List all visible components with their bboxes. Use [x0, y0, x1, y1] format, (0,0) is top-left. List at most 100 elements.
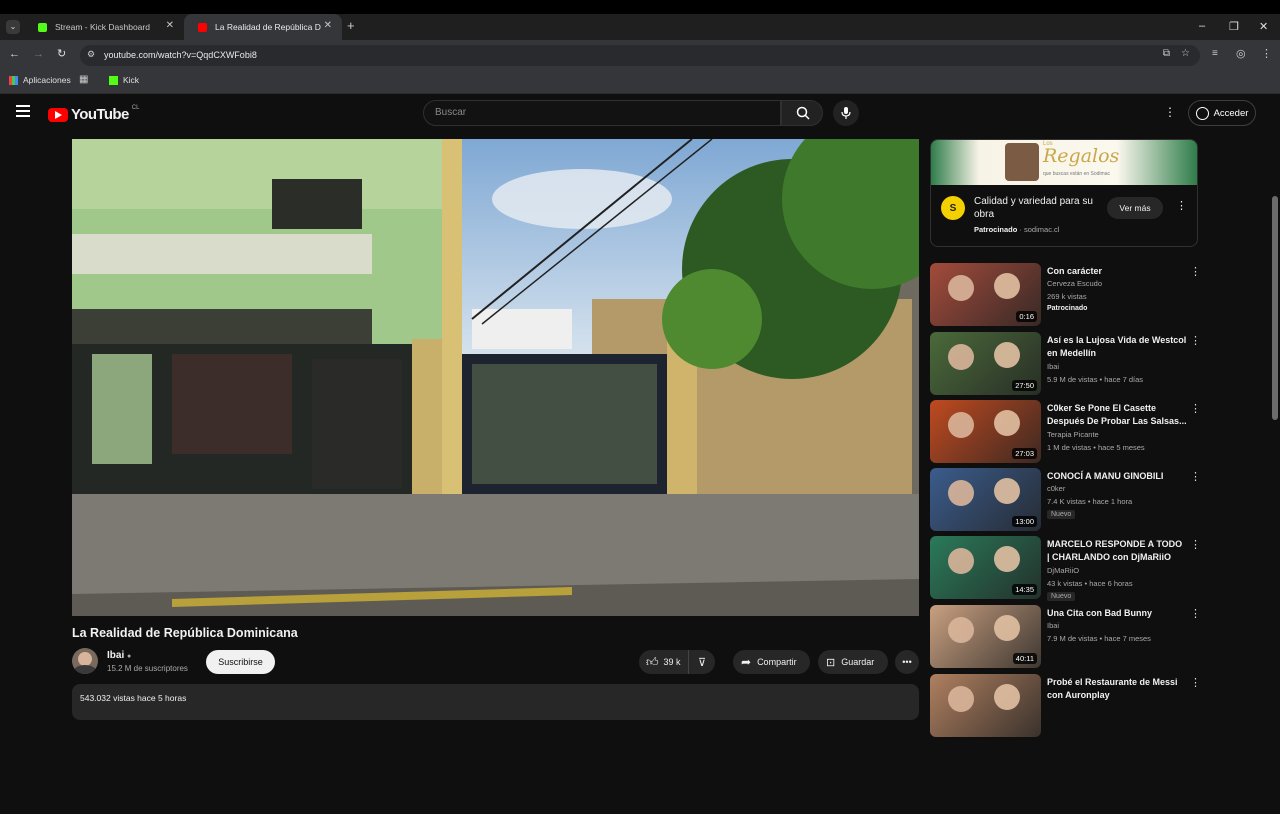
gift-icon	[1005, 143, 1039, 181]
site-info-icon[interactable]: ⚙	[87, 49, 95, 60]
install-icon[interactable]: ⧉	[1163, 48, 1170, 59]
youtube-icon	[198, 22, 207, 32]
recommendation-item[interactable]: 0:16 Con carácter Cerveza Escudo 269 k vist…	[930, 263, 1201, 327]
recommendation-meta: 5.9 M de vistas • hace 7 días	[1047, 375, 1144, 384]
recommendation-channel[interactable]: Ibai	[1047, 621, 1059, 630]
search-placeholder: Buscar	[435, 107, 467, 118]
ad-banner-image: Los Regalos que buscas están en Sodimac	[931, 140, 1197, 185]
share-button[interactable]: ➦ Compartir	[733, 650, 810, 674]
save-label: Guardar	[841, 657, 875, 667]
kebab-menu-icon[interactable]: ⋮	[1190, 538, 1201, 551]
signin-button[interactable]: Acceder	[1188, 100, 1256, 126]
recommendation-channel[interactable]: Ibai	[1047, 362, 1059, 371]
recommendation-title[interactable]: MARCELO RESPONDE A TODO | CHARLANDO con …	[1047, 538, 1187, 564]
recommendation-meta: 43 k vistas • hace 6 horas	[1047, 579, 1133, 588]
browser-tab-strip: ⌄ Stream - Kick Dashboard ✕ La Realidad …	[0, 0, 1280, 40]
bookmark-kick[interactable]: Kick	[109, 75, 139, 85]
like-button[interactable]: 👍︎ 39 k	[639, 650, 689, 674]
kebab-menu-icon[interactable]: ⋮	[1190, 334, 1201, 347]
close-tab-icon[interactable]: ✕	[324, 20, 332, 31]
tab-search-icon[interactable]: ⌄	[6, 20, 20, 34]
reload-icon[interactable]: ↻	[57, 47, 66, 60]
recommendation-item[interactable]: 13:00 CONOCÍ A MANU GINOBILI c0ker 7.4 K vi…	[930, 468, 1201, 532]
recommendation-item[interactable]: 40:11 Una Cita con Bad Bunny Ibai 7.9 M de …	[930, 605, 1201, 669]
recommendation-channel[interactable]: Terapia Picante	[1047, 430, 1099, 439]
recommendation-badge: Patrocinado	[1047, 305, 1088, 312]
settings-kebab-icon[interactable]: ⋮	[1164, 105, 1176, 119]
recommendation-title[interactable]: Probé el Restaurante de Messi con Auronp…	[1047, 676, 1187, 702]
video-thumbnail[interactable]: 27:03	[930, 400, 1041, 463]
scrollbar[interactable]	[1270, 188, 1280, 814]
browser-toolbar: ← → ↻ ⚙ youtube.com/watch?v=QqdCXWFobi8 …	[0, 40, 1280, 70]
video-thumbnail[interactable]: 14:35	[930, 536, 1041, 599]
recommendation-title[interactable]: Una Cita con Bad Bunny	[1047, 607, 1187, 620]
sponsored-ad-card[interactable]: Los Regalos que buscas están en Sodimac …	[930, 139, 1198, 247]
bookmark-star-icon[interactable]: ☆	[1181, 48, 1190, 59]
restore-icon[interactable]: ❐	[1229, 20, 1239, 33]
scrollbar-thumb[interactable]	[1272, 196, 1278, 420]
thumbs-up-icon: 👍︎	[646, 654, 659, 669]
recommendation-badge: Nuevo	[1047, 510, 1076, 519]
media-icon[interactable]: ≡	[1212, 48, 1218, 59]
video-thumbnail[interactable]: 0:16	[930, 263, 1041, 326]
kebab-menu-icon[interactable]: ⋮	[1190, 402, 1201, 415]
video-thumbnail[interactable]: 27:50	[930, 332, 1041, 395]
grid-icon[interactable]: ▦	[79, 74, 88, 85]
tab-label: Stream - Kick Dashboard	[55, 22, 150, 32]
recommendation-title[interactable]: C0ker Se Pone El Casette Después De Prob…	[1047, 402, 1187, 428]
recommendation-item[interactable]: Probé el Restaurante de Messi con Auronp…	[930, 674, 1201, 738]
kebab-menu-icon[interactable]: ⋮	[1190, 676, 1201, 689]
channel-avatar[interactable]	[72, 648, 98, 674]
kick-icon	[38, 22, 47, 32]
ad-banner-title: Regalos	[1043, 145, 1120, 167]
search-input[interactable]: Buscar	[423, 100, 781, 126]
recommendation-item[interactable]: 14:35 MARCELO RESPONDE A TODO | CHARLANDO…	[930, 536, 1201, 601]
tab-youtube-video[interactable]: La Realidad de República D ✕	[184, 14, 342, 40]
video-thumbnail[interactable]: 40:11	[930, 605, 1041, 668]
window-close-icon[interactable]: ✕	[1259, 20, 1268, 33]
recommendation-title[interactable]: Con carácter	[1047, 265, 1187, 278]
voice-search-button[interactable]	[833, 100, 859, 126]
kebab-menu-icon[interactable]: ⋮	[1190, 265, 1201, 278]
bookmark-label: Kick	[123, 75, 140, 85]
video-thumbnail[interactable]: 13:00	[930, 468, 1041, 531]
video-duration: 14:35	[1012, 584, 1037, 595]
recommendation-channel[interactable]: c0ker	[1047, 484, 1065, 493]
recommendation-channel[interactable]: Cerveza Escudo	[1047, 279, 1102, 288]
ad-domain: sodimac.cl	[1024, 225, 1060, 234]
recommendation-channel[interactable]: DjMaRiiO	[1047, 566, 1079, 575]
back-icon[interactable]: ←	[9, 48, 20, 60]
ad-cta-button[interactable]: Ver más	[1107, 197, 1163, 219]
kebab-menu-icon[interactable]: ⋮	[1190, 470, 1201, 483]
video-player[interactable]	[72, 139, 919, 616]
hamburger-menu-icon[interactable]	[16, 105, 30, 117]
forward-icon[interactable]: →	[33, 48, 44, 60]
address-bar[interactable]: ⚙ youtube.com/watch?v=QqdCXWFobi8 ⧉ ☆	[80, 45, 1200, 66]
youtube-logo[interactable]: YouTube CL	[48, 105, 139, 123]
bookmark-apps[interactable]: Aplicaciones	[9, 75, 71, 85]
more-actions-button[interactable]: •••	[895, 650, 919, 674]
recommendation-meta: 1 M de vistas • hace 5 meses	[1047, 443, 1145, 452]
recommendation-meta: 7.9 M de vistas • hace 7 meses	[1047, 634, 1151, 643]
menu-icon[interactable]: ⋮	[1261, 47, 1272, 60]
video-thumbnail[interactable]	[930, 674, 1041, 737]
minimize-icon[interactable]: –	[1199, 20, 1205, 32]
kebab-menu-icon[interactable]: ⋮	[1190, 607, 1201, 620]
new-tab-icon[interactable]: +	[347, 18, 355, 33]
recommendation-item[interactable]: 27:50 Así es la Lujosa Vida de Westcol en…	[930, 332, 1201, 396]
profile-icon[interactable]: ◎	[1236, 47, 1246, 60]
dislike-button[interactable]: ⊽	[689, 656, 715, 669]
close-tab-icon[interactable]: ✕	[166, 20, 174, 31]
search-button[interactable]	[781, 100, 823, 126]
channel-name[interactable]: Ibai ●	[107, 650, 131, 661]
subscribe-button[interactable]: Suscribirse	[206, 650, 275, 674]
tab-kick-dashboard[interactable]: Stream - Kick Dashboard ✕	[24, 14, 184, 40]
recommendation-title[interactable]: Así es la Lujosa Vida de Westcol en Mede…	[1047, 334, 1187, 360]
recommendation-item[interactable]: 27:03 C0ker Se Pone El Casette Después De…	[930, 400, 1201, 464]
description-box[interactable]: 543.032 vistas hace 5 horas	[72, 684, 919, 720]
ad-kebab-icon[interactable]: ⋮	[1176, 199, 1187, 212]
save-button[interactable]: ⊡ Guardar	[818, 650, 888, 674]
bookmark-label: Aplicaciones	[23, 75, 71, 85]
recommendation-title[interactable]: CONOCÍ A MANU GINOBILI	[1047, 470, 1187, 483]
subscriber-count: 15.2 M de suscriptores	[107, 664, 188, 673]
